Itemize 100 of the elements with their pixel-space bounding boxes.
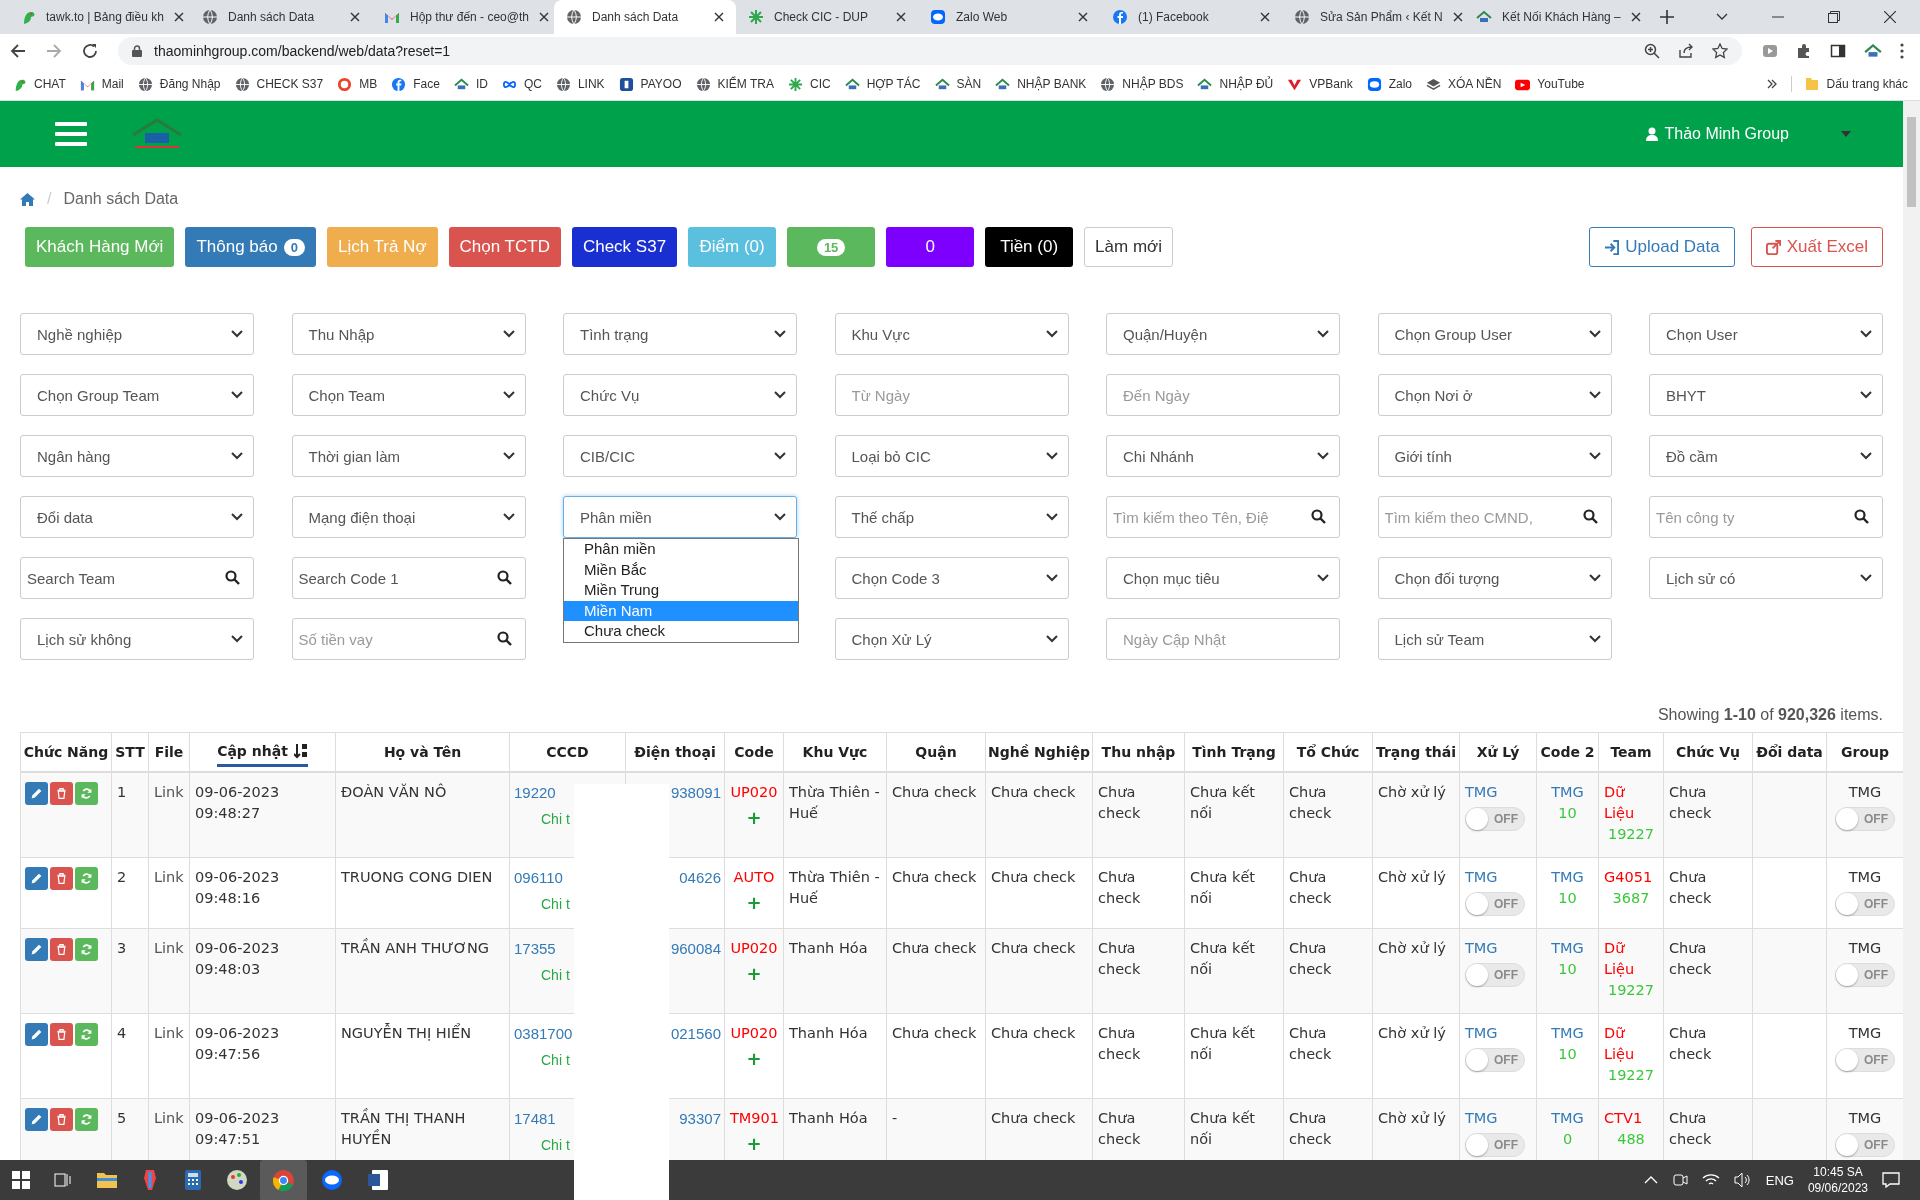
toolbar-button[interactable]: Chọn TCTD xyxy=(448,227,561,267)
toolbar-button[interactable]: Thông báo 0 xyxy=(185,227,316,267)
toolbar-button[interactable]: Tiền (0) xyxy=(985,227,1074,267)
browser-tab[interactable]: tawk.to | Bảng điều kh xyxy=(8,0,190,34)
scrollbar[interactable] xyxy=(1903,101,1920,1160)
share-icon[interactable] xyxy=(1678,43,1694,59)
dropdown[interactable]: CIB/CIC xyxy=(563,435,797,477)
close-icon[interactable] xyxy=(538,12,549,22)
close-icon[interactable] xyxy=(714,12,724,22)
search-field[interactable]: Tìm kiếm theo Tên, Điệ xyxy=(1106,496,1340,538)
id-number-link[interactable]: 17355 xyxy=(514,938,556,959)
browser-tab[interactable]: Danh sách Data xyxy=(190,0,372,34)
search-field[interactable]: Search Team xyxy=(20,557,254,599)
puzzle-icon[interactable] xyxy=(1796,43,1812,59)
dropdown[interactable]: Phân miền xyxy=(563,496,797,538)
volume-icon[interactable] xyxy=(1733,1172,1752,1188)
bookmark[interactable]: MB xyxy=(337,76,378,92)
file-link[interactable]: Link xyxy=(154,938,184,959)
bookmark[interactable]: NHẬP BDS xyxy=(1100,76,1184,92)
browser-tab[interactable]: Sửa Sản Phẩm ‹ Kết N xyxy=(1282,0,1464,34)
bookmark[interactable]: NHẬP BANK xyxy=(995,76,1087,92)
more-icon[interactable] xyxy=(1900,43,1904,59)
side-panel-icon[interactable] xyxy=(1830,43,1846,59)
delete-button[interactable] xyxy=(50,1108,73,1131)
menu-icon[interactable] xyxy=(55,122,87,146)
phone-link[interactable]: 960084 xyxy=(670,938,721,959)
search-field[interactable]: Số tiền vay xyxy=(291,618,526,660)
home-icon[interactable] xyxy=(20,192,35,206)
bookmark[interactable]: Face xyxy=(391,76,440,92)
handler-link[interactable]: TMG xyxy=(1465,938,1531,959)
bookmark[interactable]: ID xyxy=(453,76,488,92)
id-number-link[interactable]: 19220 xyxy=(514,782,556,803)
bookmark[interactable]: SÀN xyxy=(934,76,982,92)
dropdown-option[interactable]: Miền Trung xyxy=(564,580,798,601)
dropdown[interactable]: Mạng điện thoại xyxy=(291,496,526,538)
clock[interactable]: 10:45 SA 09/06/2023 xyxy=(1807,1164,1868,1196)
dropdown[interactable]: Thế chấp xyxy=(834,496,1069,538)
dropdown[interactable]: Đổi data xyxy=(20,496,254,538)
file-link[interactable]: Link xyxy=(154,1023,184,1044)
dropdown[interactable]: Lịch sử không xyxy=(20,618,254,660)
dropdown[interactable]: BHYT xyxy=(1649,374,1883,416)
edit-button[interactable] xyxy=(25,1108,48,1131)
delete-button[interactable] xyxy=(50,938,73,961)
search-field[interactable]: Tên công ty xyxy=(1649,496,1883,538)
dropdown[interactable]: Chọn Code 3 xyxy=(834,557,1069,599)
bookmark[interactable]: YouTube xyxy=(1515,76,1585,92)
bookmark[interactable]: PAYOO xyxy=(618,76,682,92)
delete-button[interactable] xyxy=(50,782,73,805)
dropdown[interactable]: Tình trạng xyxy=(563,313,797,355)
delete-button[interactable] xyxy=(50,1023,73,1046)
close-icon[interactable] xyxy=(173,12,184,22)
phone-link[interactable]: 938091 xyxy=(670,782,721,803)
edit-button[interactable] xyxy=(25,782,48,805)
browser-icon[interactable] xyxy=(260,1159,307,1200)
star-icon[interactable] xyxy=(1712,43,1728,59)
dropdown[interactable]: Đồ cầm xyxy=(1649,435,1883,477)
bookmark[interactable]: VPBank xyxy=(1287,76,1353,92)
bookmark[interactable]: Mail xyxy=(79,76,124,92)
edit-button[interactable] xyxy=(25,867,48,890)
double-chevron-icon[interactable] xyxy=(1766,79,1777,89)
export-button[interactable]: Xuất Excel xyxy=(1750,227,1883,267)
bookmark[interactable]: LINK xyxy=(555,76,605,92)
add-button[interactable]: + xyxy=(730,1048,778,1069)
edit-button[interactable] xyxy=(25,938,48,961)
dropdown[interactable]: Chi Nhánh xyxy=(1106,435,1340,477)
dropdown[interactable]: Chọn mục tiêu xyxy=(1106,557,1340,599)
dropdown[interactable]: Chọn đối tượng xyxy=(1377,557,1612,599)
meet-icon[interactable] xyxy=(1671,1172,1688,1188)
dropdown[interactable]: Thời gian làm xyxy=(291,435,526,477)
close-icon[interactable] xyxy=(350,12,360,22)
dropdown-option[interactable]: Chưa check xyxy=(564,621,798,642)
delete-button[interactable] xyxy=(50,867,73,890)
dropdown-option[interactable]: Miền Bắc xyxy=(564,559,798,580)
close-icon[interactable] xyxy=(1078,12,1088,22)
browser-tab[interactable]: Hộp thư đến - ceo@th xyxy=(372,0,554,34)
bookmark[interactable]: NHẬP ĐỦ xyxy=(1197,76,1274,92)
close-icon[interactable] xyxy=(1884,11,1896,23)
browser-tab[interactable]: (1) Facebook xyxy=(1100,0,1282,34)
bookmark[interactable]: QC xyxy=(501,76,542,92)
close-icon[interactable] xyxy=(1260,12,1270,22)
phone-link[interactable]: 021560 xyxy=(670,1023,721,1044)
add-button[interactable]: + xyxy=(730,892,778,913)
search-field[interactable]: Tìm kiếm theo CMND, xyxy=(1377,496,1612,538)
bookmark[interactable]: CHAT xyxy=(12,76,66,92)
handler-link[interactable]: TMG xyxy=(1465,1108,1531,1129)
dropdown[interactable]: Lịch sử có xyxy=(1649,557,1883,599)
text-field[interactable]: Từ Ngày xyxy=(834,374,1069,416)
screen-icon[interactable] xyxy=(1762,43,1778,59)
chevron-up-icon[interactable] xyxy=(1643,1176,1658,1184)
text-field[interactable]: Đến Ngày xyxy=(1106,374,1340,416)
browser-tab[interactable]: Danh sách Data xyxy=(554,0,736,34)
handler-link[interactable]: TMG xyxy=(1465,867,1531,888)
dropdown[interactable]: Nghề nghiệp xyxy=(20,313,254,355)
browser-tab[interactable]: Kết Nối Khách Hàng – xyxy=(1464,0,1646,34)
column-header[interactable]: Cập nhật xyxy=(217,743,288,759)
dropdown[interactable]: Ngân hàng xyxy=(20,435,254,477)
bookmark[interactable]: CHECK S37 xyxy=(234,76,324,92)
dropdown[interactable]: Chọn Xử Lý xyxy=(834,618,1069,660)
close-icon[interactable] xyxy=(1452,12,1463,22)
id-number-link[interactable]: 0381700 xyxy=(514,1023,573,1044)
